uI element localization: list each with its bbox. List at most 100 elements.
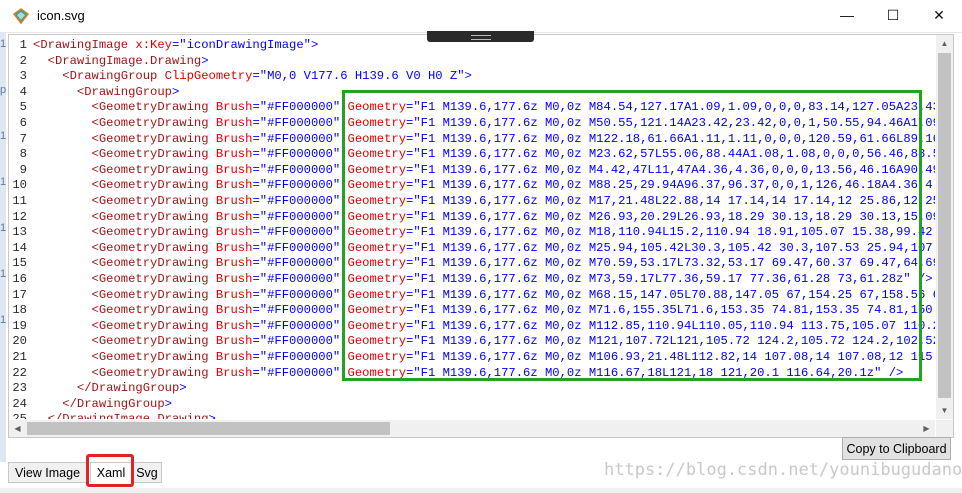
title-bar: icon.svg — ☐ ✕ [0, 0, 962, 33]
code-token: ="#FF000000" [252, 209, 348, 224]
window-bottom-edge [0, 488, 962, 493]
code-token: ="M0,0 V177.6 H139.6 V0 H0 Z" [252, 69, 465, 84]
code-token: <GeometryDrawing [91, 303, 216, 318]
horizontal-scroll-thumb[interactable] [27, 422, 390, 435]
code-token: ="#FF000000" [252, 350, 348, 364]
xaml-tab-highlight-box [86, 454, 134, 487]
line-number: 3 [19, 69, 27, 84]
scroll-corner [936, 420, 953, 437]
code-token: > [179, 381, 187, 396]
code-token: <GeometryDrawing [91, 365, 216, 380]
code-token: <DrawingGroup [62, 69, 165, 84]
horizontal-scrollbar[interactable]: ◀ ▶ [9, 420, 935, 437]
line-number: 25 [9, 411, 27, 419]
code-token: Brush [215, 100, 253, 115]
code-line[interactable]: 3 <DrawingGroup ClipGeometry="M0,0 V177.… [9, 68, 472, 84]
code-token: Brush [215, 272, 253, 286]
maximize-button[interactable]: ☐ [870, 0, 916, 31]
line-number: 10 [12, 178, 27, 193]
code-token: Brush [215, 318, 253, 333]
strip-char: 1 [0, 176, 7, 188]
line-number: 15 [12, 256, 27, 271]
minimize-button[interactable]: — [824, 0, 870, 31]
code-token: Brush [215, 240, 253, 255]
code-token: Brush [215, 209, 253, 224]
code-line[interactable]: 24 </DrawingGroup> [9, 396, 172, 412]
code-token: ="iconDrawingImage" [171, 38, 311, 52]
code-token: ="#FF000000" [252, 116, 348, 130]
code-token: </DrawingImage.Drawing [48, 412, 209, 419]
code-token: Brush [215, 225, 253, 240]
vertical-scroll-thumb[interactable] [938, 53, 951, 398]
code-token: <GeometryDrawing [91, 256, 216, 271]
code-line[interactable]: 23 </DrawingGroup> [9, 380, 187, 396]
code-token: ="#FF000000" [252, 334, 348, 349]
code-token: ="#FF000000" [252, 240, 348, 255]
code-token: Brush [215, 365, 253, 380]
code-token: ="#FF000000" [252, 147, 348, 162]
code-token: <GeometryDrawing [91, 178, 216, 193]
line-number: 21 [12, 350, 27, 364]
code-token: <GeometryDrawing [91, 240, 216, 255]
line-number: 6 [19, 116, 27, 130]
code-token: > [464, 69, 472, 84]
code-token: Brush [215, 334, 253, 349]
code-token: ="#FF000000" [252, 194, 348, 208]
line-number: 9 [19, 162, 27, 177]
tab-svg[interactable]: Svg [132, 462, 162, 483]
close-button[interactable]: ✕ [916, 0, 962, 31]
code-token: <GeometryDrawing [91, 350, 216, 364]
code-token: ="#FF000000" [252, 100, 348, 115]
line-number: 18 [12, 303, 27, 318]
scroll-right-arrow-icon[interactable]: ▶ [918, 420, 935, 437]
code-token: ="#FF000000" [252, 256, 348, 271]
code-token: <GeometryDrawing [91, 100, 216, 115]
code-token: Brush [215, 178, 253, 193]
drag-handle[interactable] [427, 31, 534, 42]
line-number: 7 [19, 131, 27, 146]
code-token: ="#FF000000" [252, 225, 348, 240]
code-token: Brush [215, 131, 253, 146]
background-window-edge: 1 p 1 1 1 1 1 [0, 32, 6, 462]
scroll-up-arrow-icon[interactable]: ▲ [936, 35, 953, 52]
strip-char: p [0, 84, 7, 96]
strip-char: 1 [0, 314, 7, 326]
code-token: <GeometryDrawing [91, 147, 216, 162]
copy-to-clipboard-button[interactable]: Copy to Clipboard [842, 437, 951, 460]
xaml-code-editor[interactable]: 1 <DrawingImage x:Key="iconDrawingImage">… [8, 34, 954, 438]
vertical-scrollbar[interactable]: ▲ ▼ [936, 35, 953, 419]
code-token: ="#FF000000" [252, 272, 348, 286]
code-token: Brush [215, 256, 253, 271]
code-token: ="#FF000000" [252, 287, 348, 302]
line-number: 11 [12, 194, 27, 208]
scroll-down-arrow-icon[interactable]: ▼ [936, 402, 953, 419]
code-token: ="#FF000000" [252, 131, 348, 146]
strip-char: 1 [0, 38, 7, 50]
diamond-icon [12, 8, 30, 25]
code-line[interactable]: 25 </DrawingImage.Drawing> [9, 411, 216, 419]
code-token: ="#FF000000" [252, 365, 348, 380]
code-token: > [310, 38, 319, 52]
strip-char: 1 [0, 268, 7, 280]
code-line[interactable]: 2 <DrawingImage.Drawing> [9, 53, 209, 69]
scroll-left-arrow-icon[interactable]: ◀ [9, 420, 26, 437]
code-token: > [209, 412, 216, 419]
line-number: 1 [19, 38, 27, 52]
code-token: <GeometryDrawing [91, 162, 216, 177]
code-token: Brush [215, 287, 253, 302]
code-token: <GeometryDrawing [91, 209, 216, 224]
strip-char: 1 [0, 130, 7, 142]
code-line[interactable]: 1 <DrawingImage x:Key="iconDrawingImage"> [9, 37, 319, 53]
code-line[interactable]: 4 <DrawingGroup> [9, 84, 180, 100]
strip-char: 1 [0, 222, 7, 234]
tab-view-image[interactable]: View Image [8, 462, 87, 483]
code-token: Brush [215, 303, 253, 318]
